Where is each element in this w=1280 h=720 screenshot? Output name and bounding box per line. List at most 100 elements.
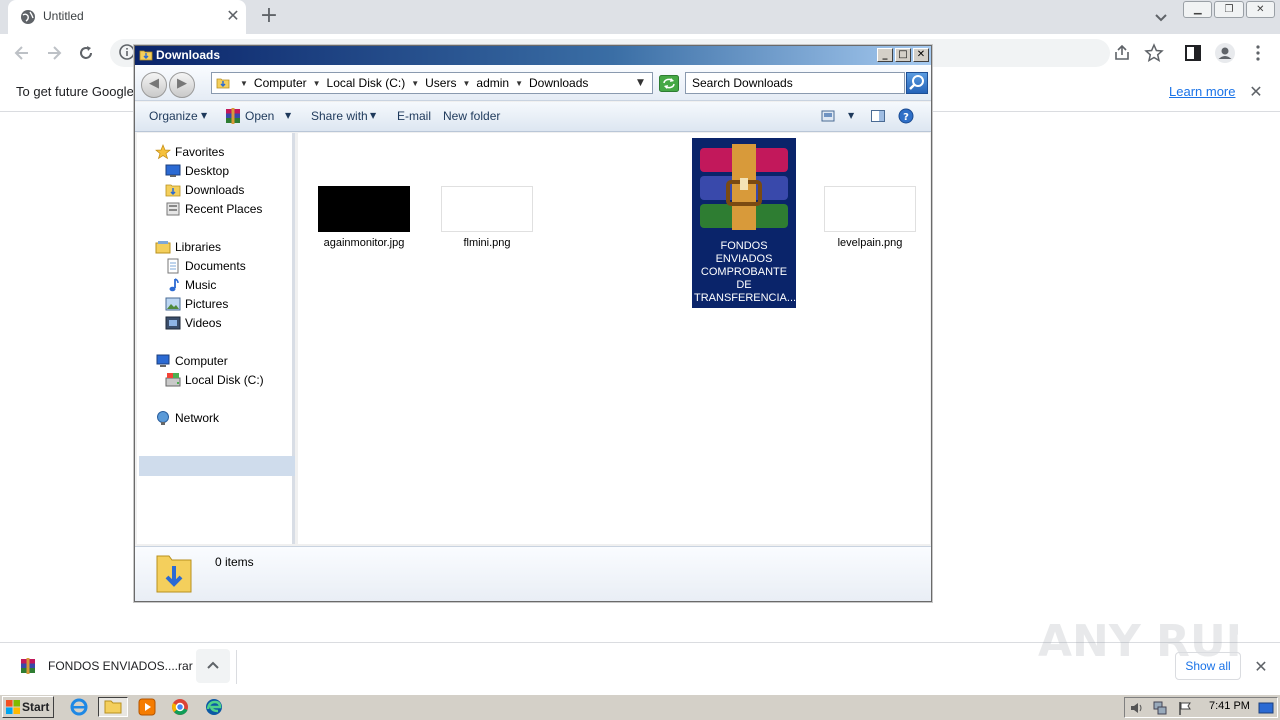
videos-icon [165, 316, 181, 330]
download-file-name[interactable]: FONDOS ENVIADOS....rar [48, 659, 193, 673]
recent-places-icon [166, 202, 180, 216]
start-button[interactable]: Start [2, 696, 54, 718]
info-bar-close-icon[interactable]: ✕ [1247, 82, 1265, 101]
explorer-forward-button[interactable]: ▶ [169, 72, 195, 98]
start-label: Start [22, 700, 50, 714]
media-player-icon[interactable] [136, 697, 158, 717]
nav-selection-highlight [139, 456, 295, 476]
breadcrumb-local-disk[interactable]: Local Disk (C:) [327, 76, 406, 90]
volume-icon[interactable] [1129, 700, 1145, 716]
system-tray [1124, 697, 1278, 718]
hard-drive-icon [165, 373, 181, 387]
chevron-up-icon [207, 661, 219, 669]
restore-button[interactable]: ❐ [1214, 1, 1244, 18]
breadcrumb-arrow-icon[interactable]: ▼ [313, 79, 321, 88]
change-view-icon[interactable] [820, 108, 836, 124]
minimize-button[interactable]: ▁ [1183, 1, 1213, 18]
tab-close-icon[interactable]: ✕ [224, 7, 242, 25]
explorer-taskbar-button[interactable] [98, 697, 128, 717]
share-icon[interactable] [1112, 43, 1132, 63]
internet-explorer-icon[interactable] [68, 697, 90, 717]
bookmark-star-icon[interactable] [1144, 43, 1164, 63]
download-options-button[interactable] [196, 649, 230, 683]
window-controls: ▁ ❐ ✕ [1183, 1, 1275, 18]
breadcrumb-arrow-icon[interactable]: ▼ [515, 79, 523, 88]
file-name: flmini.png [463, 237, 511, 249]
explorer-minimize-button[interactable]: _ [877, 48, 893, 62]
search-button[interactable] [906, 72, 928, 94]
file-thumbnail-white [824, 186, 916, 232]
desktop-icon [165, 164, 181, 177]
taskbar-clock: 7:41 PM [1209, 700, 1250, 712]
explorer-maximize-button[interactable]: □ [895, 48, 911, 62]
folder-icon [139, 50, 153, 61]
forward-arrow-icon[interactable] [44, 43, 64, 63]
file-name: againmonitor.jpg [323, 237, 405, 249]
edge-icon[interactable] [203, 697, 225, 717]
file-item-levelpain[interactable]: levelpain.png [818, 186, 922, 250]
shelf-close-icon[interactable]: ✕ [1252, 657, 1270, 676]
computer-icon [156, 354, 170, 367]
file-item-againmonitor[interactable]: againmonitor.jpg [312, 186, 416, 250]
music-note-icon [169, 278, 179, 292]
show-all-button[interactable]: Show all [1175, 652, 1241, 680]
organize-button[interactable]: Organize [149, 109, 198, 123]
email-button[interactable]: E-mail [397, 109, 431, 123]
file-item-fondos-rar[interactable]: FONDOS ENVIADOS COMPROBANTE DE TRANSFERE… [692, 138, 796, 308]
explorer-titlebar[interactable]: Downloads _ □ ✕ [135, 46, 931, 65]
explorer-close-button[interactable]: ✕ [913, 48, 929, 62]
winrar-file-icon [21, 658, 35, 674]
window-title: Downloads [156, 48, 221, 62]
chevron-down-icon[interactable] [1152, 8, 1170, 26]
pictures-icon [165, 297, 181, 311]
back-arrow-icon[interactable] [12, 43, 32, 63]
action-center-flag-icon[interactable] [1177, 700, 1193, 716]
details-pane [135, 546, 931, 601]
address-dropdown-icon[interactable]: ▼ [637, 78, 644, 88]
chrome-icon[interactable] [169, 697, 191, 717]
new-tab-button[interactable]: + [258, 5, 280, 28]
explorer-back-button[interactable]: ◀ [141, 72, 167, 98]
refresh-icon[interactable] [659, 75, 679, 92]
share-with-dropdown-icon[interactable]: ▼ [370, 111, 376, 120]
globe-icon [21, 10, 35, 24]
learn-more-link[interactable]: Learn more [1169, 84, 1235, 99]
close-button[interactable]: ✕ [1245, 1, 1275, 18]
view-dropdown-icon[interactable]: ▼ [848, 111, 854, 120]
breadcrumb-computer[interactable]: Computer [254, 76, 307, 90]
preview-pane-icon[interactable] [870, 108, 886, 124]
breadcrumb-downloads[interactable]: Downloads [529, 76, 588, 90]
file-thumbnail-black [318, 186, 410, 232]
downloads-folder-large-icon [156, 555, 192, 593]
winrar-small-icon [226, 108, 240, 124]
breadcrumb-admin[interactable]: admin [476, 76, 509, 90]
breadcrumb-arrow-icon[interactable]: ▼ [411, 79, 419, 88]
help-icon[interactable]: ? [898, 108, 914, 124]
breadcrumb-arrow-icon[interactable]: ▼ [462, 79, 470, 88]
organize-dropdown-icon[interactable]: ▼ [201, 111, 207, 120]
forward-icon: ▶ [177, 76, 187, 91]
more-menu-icon[interactable] [1248, 43, 1268, 63]
side-panel-icon[interactable] [1183, 43, 1203, 63]
reload-icon[interactable] [76, 43, 96, 63]
open-dropdown-icon[interactable]: ▼ [285, 111, 291, 120]
file-view: againmonitor.jpg flmini.png FONDOS ENVIA… [298, 133, 930, 544]
open-button[interactable]: Open [245, 109, 274, 123]
breadcrumb-users[interactable]: Users [425, 76, 456, 90]
new-folder-button[interactable]: New folder [443, 109, 500, 123]
browser-tab[interactable]: Untitled ✕ [8, 0, 246, 34]
profile-avatar-icon[interactable] [1215, 43, 1235, 63]
tab-title: Untitled [43, 9, 84, 23]
windows-logo-icon [6, 700, 20, 714]
show-desktop-icon[interactable] [1258, 700, 1274, 716]
breadcrumb-arrow-icon[interactable]: ▼ [240, 79, 248, 88]
share-with-button[interactable]: Share with [311, 109, 368, 123]
file-item-flmini[interactable]: flmini.png [435, 186, 539, 250]
winrar-archive-icon [700, 144, 788, 230]
file-thumbnail-white [441, 186, 533, 232]
items-count: 0 items [215, 555, 254, 569]
search-downloads-input[interactable]: Search Downloads [685, 72, 905, 94]
explorer-address-box[interactable]: ▼ Computer ▼ Local Disk (C:) ▼ Users ▼ a… [211, 72, 653, 94]
network-tray-icon[interactable] [1152, 700, 1168, 716]
explorer-caption-buttons: _ □ ✕ [877, 48, 929, 62]
